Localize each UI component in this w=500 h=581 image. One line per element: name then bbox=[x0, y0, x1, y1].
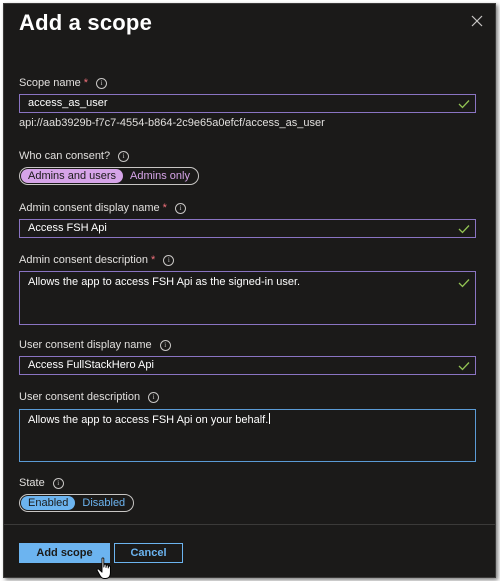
option-admins-and-users[interactable]: Admins and users bbox=[21, 169, 124, 183]
text-caret bbox=[269, 413, 271, 424]
close-icon[interactable] bbox=[469, 13, 485, 29]
hand-pointer-icon bbox=[96, 557, 111, 579]
panel-title: Add a scope bbox=[19, 10, 153, 35]
user-description-textarea[interactable]: Allows the app to access FSH Api on your… bbox=[19, 409, 476, 462]
user-description-label: User consent description i bbox=[19, 391, 160, 403]
checkmark-icon bbox=[458, 279, 470, 288]
user-display-name-label: User consent display name i bbox=[19, 339, 171, 351]
scope-uri: api://aab3929b-f7c7-4554-b864-2c9e65a0ef… bbox=[19, 117, 325, 129]
add-scope-panel: Add a scope Scope name * i access_as_use… bbox=[3, 3, 496, 579]
checkmark-icon bbox=[458, 100, 470, 109]
admin-display-name-input[interactable]: Access FSH Api bbox=[19, 219, 476, 238]
option-enabled[interactable]: Enabled bbox=[21, 496, 76, 510]
option-admins-only[interactable]: Admins only bbox=[123, 169, 197, 183]
info-icon[interactable]: i bbox=[118, 150, 130, 162]
state-toggle: Enabled Disabled bbox=[19, 494, 135, 512]
admin-display-name-label: Admin consent display name * i bbox=[19, 202, 186, 214]
info-icon[interactable]: i bbox=[96, 77, 108, 89]
user-display-name-input[interactable]: Access FullStackHero Api bbox=[19, 356, 476, 375]
info-icon[interactable]: i bbox=[52, 477, 64, 489]
scope-name-label: Scope name * i bbox=[19, 77, 108, 89]
cancel-button[interactable]: Cancel bbox=[114, 543, 183, 563]
who-can-consent-label: Who can consent? i bbox=[19, 150, 130, 162]
admin-description-textarea[interactable]: Allows the app to access FSH Api as the … bbox=[19, 271, 476, 325]
required-asterisk: * bbox=[83, 77, 89, 89]
admin-description-label: Admin consent description * i bbox=[19, 254, 175, 266]
info-icon[interactable]: i bbox=[174, 202, 186, 214]
info-icon[interactable]: i bbox=[163, 254, 175, 266]
state-label: State i bbox=[19, 477, 64, 489]
required-asterisk: * bbox=[151, 254, 156, 266]
checkmark-icon bbox=[458, 362, 470, 371]
footer-divider bbox=[4, 524, 495, 525]
option-disabled[interactable]: Disabled bbox=[75, 496, 132, 510]
scope-name-input[interactable]: access_as_user bbox=[19, 94, 476, 113]
who-can-consent-toggle: Admins and users Admins only bbox=[19, 167, 199, 185]
info-icon[interactable]: i bbox=[148, 391, 160, 403]
info-icon[interactable]: i bbox=[159, 339, 171, 351]
required-asterisk: * bbox=[162, 202, 167, 214]
checkmark-icon bbox=[458, 225, 470, 234]
